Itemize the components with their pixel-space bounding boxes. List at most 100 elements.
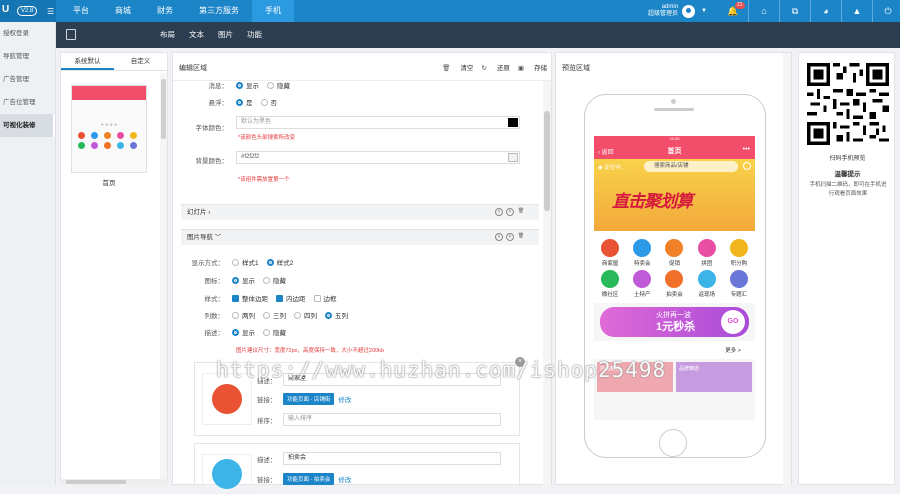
font-color-swatch[interactable]	[508, 118, 518, 127]
font-color-row: 字体颜色：	[195, 125, 229, 132]
nav-platform[interactable]: 平台	[60, 0, 102, 22]
icon-row: 图标： 显示 隐藏	[180, 275, 294, 285]
editor-scrollbar[interactable]	[543, 81, 551, 485]
tab-layout[interactable]: 布局	[160, 22, 175, 48]
stack-icon[interactable]: ▲	[845, 6, 869, 16]
horizontal-scrollbar[interactable]	[60, 479, 168, 485]
chevron-down-icon[interactable]: ▼	[701, 8, 707, 14]
display-mode-row: 显示方式： 样式1 样式2	[180, 257, 301, 267]
nav-mobile[interactable]: 手机	[252, 0, 294, 22]
image-nav-panel[interactable]: 图片导航 ﹀ ˄ ˅ 🗑	[181, 229, 539, 245]
nav-item-image[interactable]	[202, 454, 252, 494]
cols-four-radio[interactable]: 四列	[294, 310, 317, 320]
move-down-icon[interactable]: ˅	[506, 208, 514, 216]
preview-title: 预览区域	[562, 65, 590, 72]
modify-link[interactable]: 修改	[338, 394, 351, 404]
bg-color-swatch[interactable]	[508, 153, 518, 162]
template-thumbnail[interactable]: ● ● ● ●	[71, 85, 147, 173]
watermark: https://www.huzhan.com/ishop25498	[216, 358, 667, 382]
cols-five-radio[interactable]: 五列	[325, 310, 348, 320]
link-select-button[interactable]: 功能页面 - 拍卖会	[283, 473, 335, 485]
nav-finance[interactable]: 财务	[144, 0, 186, 22]
clear-button[interactable]: 🗑 清空	[442, 62, 473, 72]
menu-visual-decoration[interactable]: 可视化装修	[0, 114, 55, 137]
font-color-hint: *该颜色头部搜索所改变	[238, 135, 296, 141]
banner-text: 直击聚划算	[612, 192, 693, 211]
float-no-radio[interactable]: 否	[260, 97, 277, 107]
trash-icon: 🗑	[442, 65, 451, 72]
group-icon	[697, 239, 716, 257]
nav-mall[interactable]: 商城	[102, 0, 144, 22]
grid-item: 拍卖会	[658, 270, 690, 301]
delete-icon[interactable]: 🗑	[517, 208, 525, 216]
link-select-button[interactable]: 功能页面 - 店铺街	[283, 393, 335, 405]
font-color-input[interactable]: 默认为黑色	[236, 116, 520, 129]
menu-adspace-manage[interactable]: 广告位管理	[0, 91, 55, 114]
icon-show-radio[interactable]: 显示	[232, 275, 255, 285]
sitemap-icon[interactable]: ⧉	[783, 6, 807, 17]
slideshow-title: 幻灯片	[187, 209, 207, 216]
modify-link[interactable]: 修改	[338, 474, 351, 484]
inner-padding-checkbox[interactable]: 内边距	[276, 293, 306, 303]
move-up-icon[interactable]: ˄	[495, 208, 503, 216]
style1-radio[interactable]: 样式1	[232, 257, 259, 267]
bg-color-input[interactable]: #f2f2f2	[236, 151, 520, 164]
menu-nav-manage[interactable]: 导航管理	[0, 45, 55, 68]
sort-input[interactable]: 输入排序	[283, 413, 501, 426]
cols-three-radio[interactable]: 三列	[263, 310, 286, 320]
overall-margin-checkbox[interactable]: 整体边距	[232, 293, 268, 303]
desc-show-radio[interactable]: 显示	[232, 327, 255, 337]
bell-icon[interactable]: 🔔 21	[721, 1, 745, 17]
shop-icon	[601, 239, 620, 257]
tab-text[interactable]: 文本	[189, 22, 204, 48]
save-icon: ▣	[517, 65, 524, 72]
qr-caption: 扫码手机预览	[829, 156, 866, 162]
qr-panel: 扫码手机预览 温馨提示 手机扫描二维码，即可在手机进行观看页面效果	[798, 52, 895, 485]
size-hint: 图片建议尺寸：宽度72px，高度保持一致，大小不超过200kb	[236, 348, 384, 354]
delete-icon[interactable]: 🗑	[517, 233, 525, 241]
move-down-icon[interactable]: ˅	[506, 233, 514, 241]
menu-toggle-icon[interactable]: ☰	[47, 7, 54, 16]
cols-two-radio[interactable]: 两列	[232, 310, 255, 320]
message-hide-radio[interactable]: 隐藏	[267, 80, 290, 90]
left-menu: 授权登录 导航管理 广告管理 广告位管理 可视化装修	[0, 22, 56, 485]
message-icon	[743, 162, 751, 170]
user-info[interactable]: admin 超级管理员	[648, 4, 678, 18]
restore-button[interactable]: ↻ 还原	[481, 62, 509, 72]
document-icon[interactable]	[66, 29, 76, 40]
nav-item-desc-input[interactable]: 拍卖会	[283, 452, 501, 465]
tab-system-default[interactable]: 系统默认	[61, 53, 114, 70]
grid-item: 特卖会	[626, 239, 658, 270]
community-icon	[601, 270, 620, 288]
border-checkbox[interactable]: 边框	[313, 293, 337, 303]
scrollbar[interactable]	[160, 73, 167, 483]
tab-custom[interactable]: 自定义	[114, 53, 167, 70]
local-goods-icon	[633, 270, 652, 288]
columns-row: 列数： 两列 三列 四列 五列	[180, 310, 356, 320]
tab-image[interactable]: 图片	[218, 22, 233, 48]
float-yes-radio[interactable]: 是	[236, 97, 253, 107]
slideshow-panel[interactable]: 幻灯片 › ˄ ˅ 🗑	[181, 204, 539, 220]
message-show-radio[interactable]: 显示	[236, 80, 259, 90]
home-icon[interactable]: ⌂	[752, 6, 776, 16]
menu-ad-manage[interactable]: 广告管理	[0, 68, 55, 91]
grid-item: 商家屋	[594, 239, 626, 270]
notification-badge: 21	[735, 1, 745, 9]
logo-mark: U	[2, 4, 10, 15]
nav-third-party[interactable]: 第三方服务	[186, 0, 252, 22]
avatar[interactable]	[682, 4, 696, 18]
logo[interactable]: U V2.8 ☰	[0, 0, 56, 22]
menu-auth-login[interactable]: 授权登录	[0, 22, 55, 45]
save-button[interactable]: ▣ 存储	[518, 62, 547, 72]
palette-icon[interactable]: ◕	[814, 6, 838, 16]
move-up-icon[interactable]: ˄	[495, 233, 503, 241]
user-role: 超级管理员	[648, 11, 679, 17]
style2-radio[interactable]: 样式2	[266, 257, 293, 267]
preview-scrollbar[interactable]	[783, 53, 791, 486]
template-sidebar: 系统默认 自定义 ● ● ● ● 首页	[60, 52, 168, 485]
power-icon[interactable]: ⏻	[876, 6, 900, 17]
tab-function[interactable]: 功能	[247, 22, 262, 48]
desc-hide-radio[interactable]: 隐藏	[263, 327, 286, 337]
icon-hide-radio[interactable]: 隐藏	[263, 275, 286, 285]
auction-icon	[665, 270, 684, 288]
